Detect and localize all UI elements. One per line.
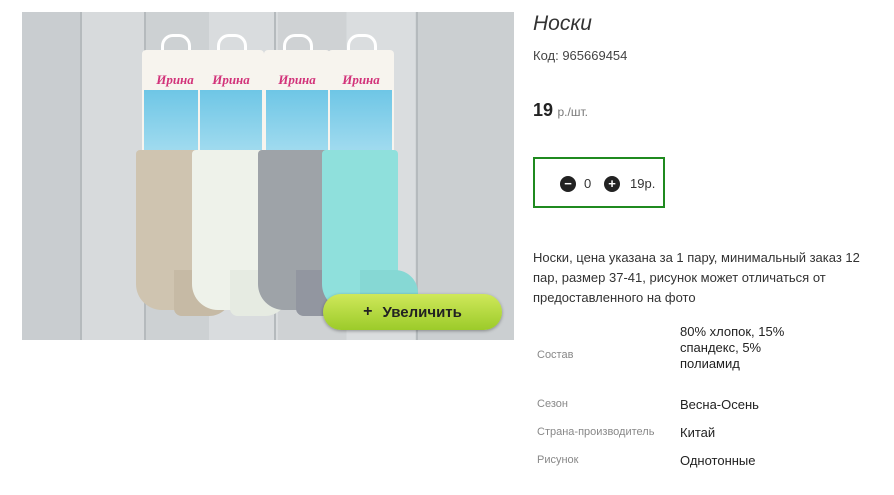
property-label: Страна-производитель (537, 426, 655, 438)
quantity-value: 0 (584, 176, 592, 191)
property-value: Китай (680, 425, 716, 440)
property-value: Однотонные (680, 453, 756, 468)
price-value: 19 (533, 100, 554, 120)
brand-logo: Ирина (212, 72, 250, 87)
property-value: Весна-Осень (680, 397, 759, 412)
quantity-stepper: − 0 + 19р. (533, 157, 665, 208)
zoom-button[interactable]: + Увеличить (323, 294, 502, 330)
zoom-label: Увеличить (382, 303, 462, 321)
product-title: Носки (533, 12, 592, 35)
wood-plank-line (80, 12, 82, 340)
quantity-sum: 19р. (630, 176, 656, 191)
property-label: Сезон (537, 398, 568, 410)
brand-logo: Ирина (342, 72, 380, 87)
minus-circle-icon[interactable]: − (560, 176, 576, 192)
product-code: Код: 965669454 (533, 48, 628, 63)
plus-circle-icon[interactable]: + (604, 176, 620, 192)
product-price: 19 р./шт. (533, 100, 588, 121)
property-label: Состав (537, 349, 574, 361)
property-label: Рисунок (537, 454, 579, 466)
product-description: Носки, цена указана за 1 пару, минимальн… (533, 250, 860, 305)
product-image[interactable]: Ирина Ирина Ирина Ирина (22, 12, 514, 340)
sock-mint: Ирина (320, 34, 418, 320)
property-value: 80% хлопок, 15% спандекс, 5% полиамид (680, 324, 785, 371)
price-unit: р./шт. (557, 105, 588, 119)
plus-icon: + (363, 303, 373, 320)
